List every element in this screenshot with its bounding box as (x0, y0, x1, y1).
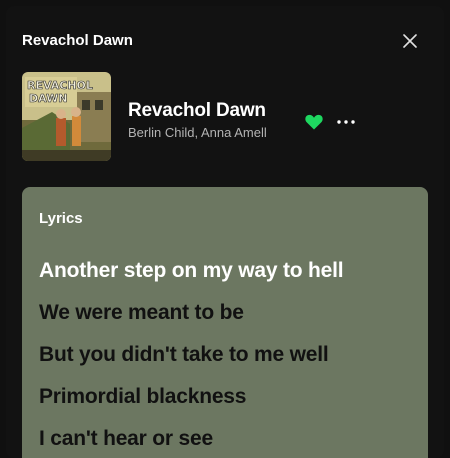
more-options-button[interactable] (334, 112, 358, 132)
heart-filled-icon (305, 114, 323, 130)
track-info: REVACHOL DAWN Revachol Dawn Berlin Child… (22, 72, 432, 162)
like-button[interactable] (304, 112, 324, 132)
more-options-icon (337, 120, 355, 124)
lyric-line[interactable]: But you didn't take to me well (39, 334, 419, 376)
cover-title-line1: REVACHOL (27, 79, 93, 92)
lyric-line[interactable]: I can't hear or see (39, 418, 419, 458)
track-artists[interactable]: Berlin Child, Anna Amell (128, 125, 267, 140)
album-cover[interactable]: REVACHOL DAWN (22, 72, 111, 161)
panel-title: Revachol Dawn (22, 32, 133, 49)
lyric-line[interactable]: Primordial blackness (39, 376, 419, 418)
album-art-image: REVACHOL DAWN (22, 72, 111, 161)
lyrics-list: Another step on my way to hell We were m… (39, 250, 419, 458)
panel-header: Revachol Dawn (6, 6, 444, 72)
lyric-line[interactable]: We were meant to be (39, 292, 419, 334)
lyrics-card[interactable]: Lyrics Another step on my way to hell We… (22, 187, 428, 458)
close-button[interactable] (397, 28, 423, 54)
lyrics-heading: Lyrics (39, 210, 83, 227)
track-title[interactable]: Revachol Dawn (128, 100, 266, 122)
now-playing-panel: Revachol Dawn REVACHOL DAWN Revachol Daw… (6, 6, 444, 458)
lyric-line[interactable]: Another step on my way to hell (39, 250, 419, 292)
close-icon (403, 34, 417, 48)
cover-title-line2: DAWN (29, 92, 68, 105)
